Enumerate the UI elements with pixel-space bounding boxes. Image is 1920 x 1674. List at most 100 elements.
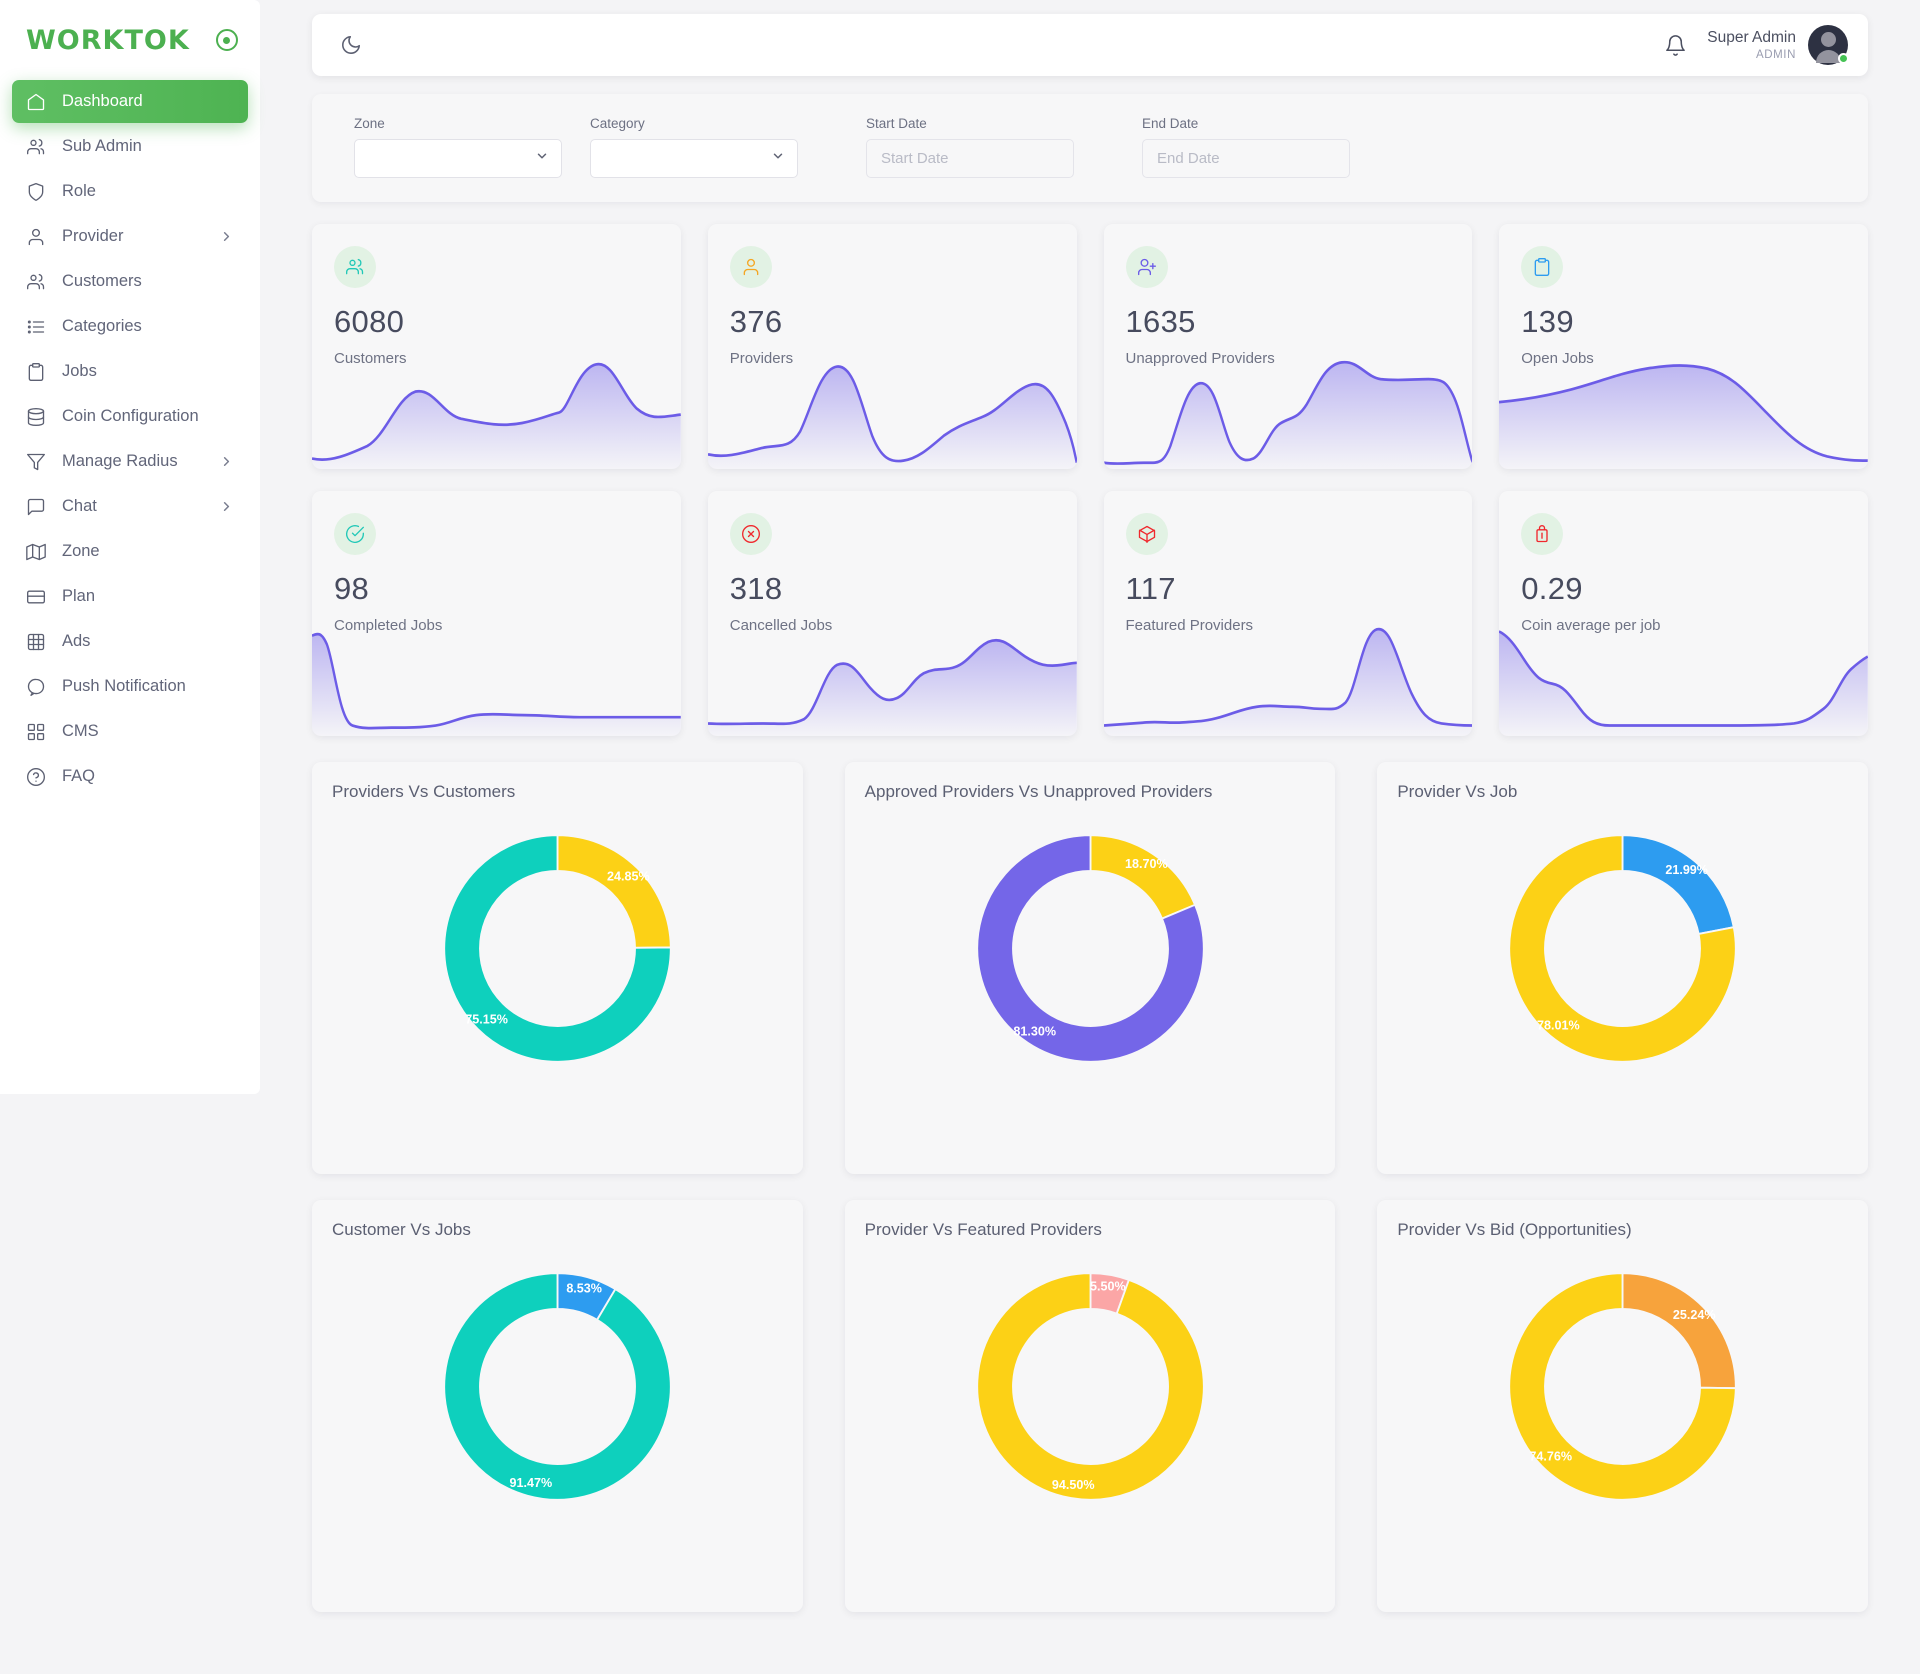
- moon-icon[interactable]: [334, 28, 368, 62]
- chart-card-provider-vs-bid-opportunities-: Provider Vs Bid (Opportunities) 25.24% 74.…: [1377, 1200, 1869, 1612]
- map-icon: [26, 542, 54, 562]
- start-date-input[interactable]: Start Date: [866, 139, 1074, 178]
- topbar-right: Super Admin ADMIN: [1664, 25, 1849, 65]
- stat-card-completed-jobs: 98 Completed Jobs: [312, 491, 681, 736]
- sidebar-item-label: Jobs: [62, 362, 97, 380]
- chevron-right-icon[interactable]: [219, 229, 234, 244]
- donut-chart[interactable]: 25.24% 74.76%: [1490, 1254, 1755, 1519]
- donut-wrap: 25.24% 74.76%: [1377, 1254, 1868, 1519]
- filter-icon: [26, 452, 54, 472]
- sidebar-item-label: Sub Admin: [62, 137, 142, 155]
- box-icon: [1125, 513, 1168, 555]
- stat-value: 376: [729, 304, 783, 339]
- brand[interactable]: WORKTOK: [0, 14, 260, 66]
- chart-title: Providers Vs Customers: [332, 782, 516, 801]
- user-menu[interactable]: Super Admin ADMIN: [1707, 25, 1849, 65]
- chart-title: Provider Vs Featured Providers: [864, 1220, 1102, 1239]
- chart-title: Provider Vs Bid (Opportunities): [1397, 1220, 1632, 1239]
- start-date-label: Start Date: [866, 116, 927, 131]
- users-icon: [26, 137, 54, 157]
- donut-chart[interactable]: 18.70% 81.30%: [958, 816, 1223, 1081]
- chart-card-approved-providers-vs-unapproved-providers: Approved Providers Vs Unapproved Provide…: [844, 762, 1336, 1174]
- sidebar-item-push-notification[interactable]: Push Notification: [12, 665, 248, 708]
- sidebar-item-manage-radius[interactable]: Manage Radius: [12, 440, 248, 483]
- sidebar-item-provider[interactable]: Provider: [12, 215, 248, 258]
- grid-icon: [26, 722, 54, 742]
- donut-chart[interactable]: 24.85% 75.15%: [425, 816, 690, 1081]
- users-icon: [334, 246, 376, 288]
- zone-select[interactable]: [354, 139, 562, 178]
- sidebar-item-coin-configuration[interactable]: Coin Configuration: [12, 395, 248, 438]
- end-date-input[interactable]: End Date: [1142, 139, 1350, 178]
- stat-card-featured-providers: 117 Featured Providers: [1103, 491, 1473, 736]
- sidebar-item-label: CMS: [62, 722, 99, 740]
- donut-chart[interactable]: 5.50% 94.50%: [958, 1254, 1223, 1519]
- sidebar-item-label: Manage Radius: [62, 452, 178, 470]
- sidebar-item-customers[interactable]: Customers: [12, 260, 248, 303]
- donut-wrap: 24.85% 75.15%: [312, 816, 803, 1081]
- message-icon: [26, 497, 54, 517]
- stat-value: 0.29: [1521, 571, 1583, 606]
- stat-card-coin-average-per-job: 0.29 Coin average per job: [1499, 491, 1868, 736]
- check-circle-icon: [334, 513, 376, 555]
- slice-label: 91.47%: [509, 1476, 552, 1490]
- film-icon: [26, 632, 54, 652]
- sidebar-item-role[interactable]: Role: [12, 170, 248, 213]
- sidebar-item-label: Role: [62, 182, 96, 200]
- sidebar-item-dashboard[interactable]: Dashboard: [12, 80, 248, 123]
- sidebar-item-label: Coin Configuration: [62, 407, 199, 425]
- category-filter: Category: [590, 116, 798, 178]
- sidebar-item-label: Push Notification: [62, 677, 186, 695]
- stat-row-2: 98 Completed Jobs 318 Cancelled Jobs 117 Feat…: [312, 491, 1868, 736]
- chevron-right-icon[interactable]: [219, 499, 234, 514]
- sidebar-item-sub-admin[interactable]: Sub Admin: [12, 125, 248, 168]
- slice-label: 21.99%: [1666, 863, 1709, 877]
- zone-filter: Zone: [354, 116, 562, 178]
- sidebar-item-label: Dashboard: [62, 92, 143, 110]
- stat-card-unapproved-providers: 1635 Unapproved Providers: [1103, 224, 1473, 469]
- category-select[interactable]: [590, 139, 798, 178]
- sidebar-nav: Dashboard Sub Admin Role Provider Customers C…: [0, 80, 260, 798]
- chevron-right-icon[interactable]: [219, 454, 234, 469]
- donut-chart[interactable]: 21.99% 78.01%: [1490, 816, 1755, 1081]
- sidebar-item-label: FAQ: [62, 767, 96, 785]
- x-circle-icon: [729, 513, 772, 555]
- chart-title: Customer Vs Jobs: [332, 1220, 471, 1239]
- sidebar-item-chat[interactable]: Chat: [12, 485, 248, 528]
- bell-icon[interactable]: [1664, 34, 1687, 57]
- chevron-down-icon: [771, 149, 785, 168]
- chat-bubble-icon: [26, 677, 54, 697]
- slice-label: 81.30%: [1013, 1025, 1056, 1039]
- sparkline-chart: [1499, 621, 1868, 736]
- chart-card-provider-vs-job: Provider Vs Job 21.99% 78.01%: [1377, 762, 1869, 1174]
- sidebar-item-ads[interactable]: Ads: [12, 620, 248, 663]
- clipboard-icon: [1521, 246, 1564, 288]
- sidebar-item-cms[interactable]: CMS: [12, 710, 248, 753]
- slice-label: 94.50%: [1051, 1478, 1094, 1492]
- sidebar-item-zone[interactable]: Zone: [12, 530, 248, 573]
- sidebar-item-label: Ads: [62, 632, 91, 650]
- sidebar-item-jobs[interactable]: Jobs: [12, 350, 248, 393]
- avatar[interactable]: [1808, 25, 1849, 65]
- slice-label: 18.70%: [1124, 857, 1167, 871]
- sidebar-item-plan[interactable]: Plan: [12, 575, 248, 618]
- list-icon: [26, 317, 54, 337]
- slice-label: 78.01%: [1537, 1018, 1580, 1032]
- sparkline-chart: [312, 621, 681, 736]
- sparkline-chart: [707, 621, 1077, 736]
- chart-card-providers-vs-customers: Providers Vs Customers 24.85% 75.15%: [312, 762, 803, 1174]
- sparkline-chart: [1103, 354, 1473, 469]
- chart-row-2: Customer Vs Jobs 8.53% 91.47% Provider Vs F…: [312, 1200, 1869, 1612]
- chart-card-customer-vs-jobs: Customer Vs Jobs 8.53% 91.47%: [312, 1200, 803, 1612]
- sparkline-chart: [707, 354, 1077, 469]
- donut-chart[interactable]: 8.53% 91.47%: [425, 1254, 690, 1519]
- sidebar-item-label: Customers: [62, 272, 142, 290]
- donut-wrap: 8.53% 91.47%: [312, 1254, 803, 1519]
- sidebar-item-categories[interactable]: Categories: [12, 305, 248, 348]
- slice-label: 24.85%: [607, 869, 650, 883]
- card-icon: [26, 587, 54, 607]
- sidebar-item-faq[interactable]: FAQ: [12, 755, 248, 798]
- chart-title: Approved Providers Vs Unapproved Provide…: [864, 782, 1213, 801]
- status-badge: [1838, 53, 1849, 64]
- sparkline-chart: [1103, 621, 1473, 736]
